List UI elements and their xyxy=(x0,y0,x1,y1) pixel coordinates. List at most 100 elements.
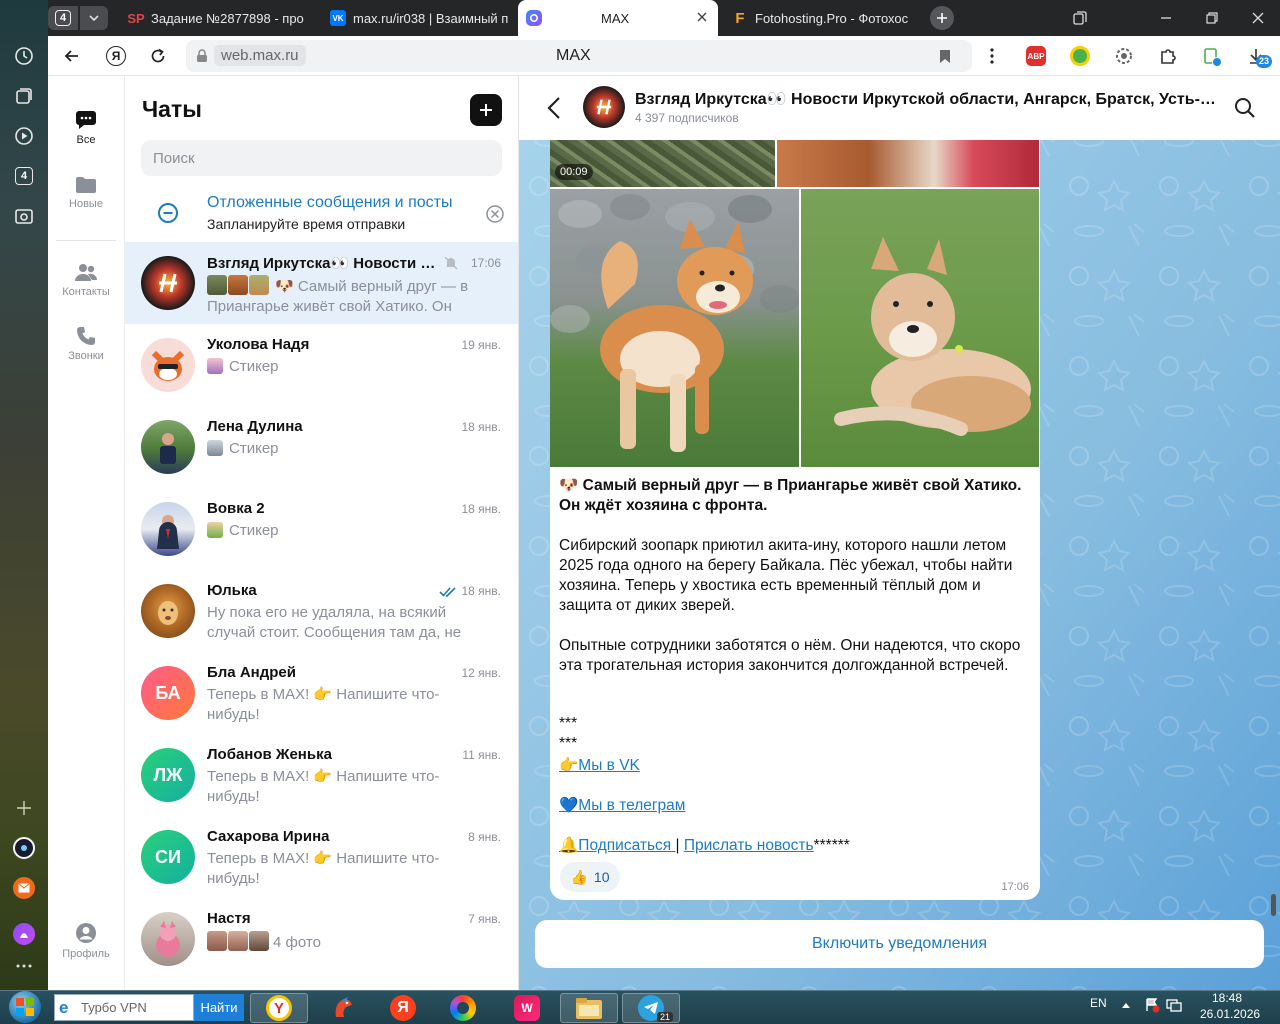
extensions-puzzle-icon[interactable] xyxy=(1156,44,1180,68)
new-chat-button[interactable] xyxy=(470,94,502,126)
wildberries-icon: W xyxy=(514,995,540,1021)
ie-e-icon: e xyxy=(59,998,69,1017)
chat-name: Бла Андрей xyxy=(207,664,296,681)
bookmark-icon[interactable] xyxy=(939,49,951,64)
tab-count-rail-icon[interactable]: 4 xyxy=(12,164,36,188)
close-tab-icon[interactable] xyxy=(696,11,708,23)
tab-vk[interactable]: VK max.ru/ir038 | Взаимный п xyxy=(322,4,512,32)
tab-max[interactable]: MAX xyxy=(518,0,718,36)
taskbar-parrot-app[interactable] xyxy=(314,993,372,1023)
nav-profile[interactable]: Профиль xyxy=(48,922,124,960)
channel-avatar[interactable] xyxy=(583,86,625,128)
nav-all[interactable]: Все xyxy=(48,110,124,146)
nav-calls[interactable]: Звонки xyxy=(48,326,124,362)
chat-preview: Стикер xyxy=(207,439,485,459)
chat-item-dulina[interactable]: Лена Дулина 18 янв. Стикер xyxy=(125,406,518,488)
post-photo-thumbnail[interactable] xyxy=(777,140,1039,187)
search-icon[interactable] xyxy=(1234,97,1256,119)
extension-gear-icon[interactable] xyxy=(1112,44,1136,68)
dismiss-close-icon[interactable] xyxy=(485,204,505,224)
tray-flag-icon[interactable] xyxy=(1144,997,1160,1013)
menu-dots-icon[interactable] xyxy=(980,44,1004,68)
add-panel-plus-icon[interactable] xyxy=(12,796,36,820)
address-page-title: MAX xyxy=(556,47,591,64)
address-bar[interactable]: web.max.ru MAX xyxy=(186,40,972,72)
tab-list-chevron-icon[interactable] xyxy=(80,6,108,30)
reaction-thumbs-up[interactable]: 👍 10 xyxy=(560,862,620,892)
taskbar-search-button[interactable]: Найти xyxy=(194,994,244,1021)
close-window-icon[interactable] xyxy=(1246,6,1270,30)
link-telegram[interactable]: 💙Мы в телеграм xyxy=(559,797,685,814)
alice-circle-icon[interactable] xyxy=(12,836,36,860)
video-play-icon[interactable] xyxy=(12,124,36,148)
start-button[interactable] xyxy=(4,991,46,1023)
adblock-icon[interactable]: ABP xyxy=(1024,44,1048,68)
chat-search-input[interactable] xyxy=(141,140,502,176)
chat-item-yulka[interactable]: Юлька 18 янв. Ну пока его не удаляла, на… xyxy=(125,570,518,652)
taskbar-file-explorer[interactable] xyxy=(560,993,618,1023)
chat-preview: Теперь в MAX! 👉 Напишите что-нибудь! xyxy=(207,686,440,723)
alice-assistant-icon[interactable] xyxy=(12,922,36,946)
language-indicator[interactable]: EN xyxy=(1090,996,1107,1010)
chat-name: Вовка 2 xyxy=(207,500,265,517)
tray-network-icon[interactable] xyxy=(1166,997,1182,1013)
chats-title: Чаты xyxy=(142,96,202,122)
enable-notifications-button[interactable]: Включить уведомления xyxy=(535,920,1264,968)
tab-fotohosting[interactable]: F Fotohosting.Pro - Фотохос xyxy=(724,4,914,32)
taskbar-wildberries[interactable]: W xyxy=(498,993,556,1023)
chat-time: 18 янв. xyxy=(461,502,501,516)
chat-item-saharova[interactable]: СИ Сахарова Ирина 8 янв. Теперь в MAX! 👉… xyxy=(125,816,518,898)
chat-item-ukolova[interactable]: Уколова Надя 19 янв. Стикер xyxy=(125,324,518,406)
yandex-home-icon[interactable]: Я xyxy=(104,44,128,68)
minimize-icon[interactable] xyxy=(1154,6,1178,30)
tab-counter-button[interactable]: 4 xyxy=(48,6,78,30)
post-photo-dog-standing[interactable] xyxy=(550,189,799,467)
post-separator-2: *** xyxy=(559,735,578,752)
max-favicon-icon xyxy=(526,10,542,26)
post-photo-dog-lying[interactable] xyxy=(801,189,1039,467)
scrollbar-thumb[interactable] xyxy=(1271,894,1276,916)
mail-icon[interactable] xyxy=(12,876,36,900)
tray-up-arrow-icon[interactable] xyxy=(1121,1001,1131,1009)
chat-preview: Теперь в MAX! 👉 Напишите что-нибудь! xyxy=(207,768,440,805)
tab-task[interactable]: SP Задание №2877898 - про xyxy=(120,4,310,32)
tray-clock-time[interactable]: 18:48 xyxy=(1212,991,1242,1005)
restore-icon[interactable] xyxy=(1200,6,1224,30)
chat-item-bla-andrey[interactable]: БА Бла Андрей 12 янв. Теперь в MAX! 👉 На… xyxy=(125,652,518,734)
back-icon[interactable] xyxy=(60,44,84,68)
collections-icon[interactable] xyxy=(1068,6,1092,30)
taskbar-color-app[interactable] xyxy=(434,993,492,1023)
link-subscribe[interactable]: 🔔Подписаться xyxy=(559,837,675,854)
deferred-messages-banner[interactable]: Отложенные сообщения и посты Запланируйт… xyxy=(125,188,519,242)
taskbar-yandex-browser[interactable]: Y xyxy=(250,993,308,1023)
new-tab-plus-icon[interactable] xyxy=(930,6,954,30)
downloads-icon[interactable]: 23 xyxy=(1244,44,1273,68)
chat-item-vovka[interactable]: Вовка 2 18 янв. Стикер xyxy=(125,488,518,570)
link-vk[interactable]: 👉Мы в VK xyxy=(559,757,640,774)
download-manager-icon[interactable] xyxy=(1200,44,1224,68)
reload-icon[interactable] xyxy=(146,44,170,68)
post-video-thumbnail[interactable]: 00:09 xyxy=(550,140,775,187)
taskbar-yandex[interactable]: Я xyxy=(374,993,432,1023)
read-checkmarks-icon xyxy=(439,586,457,598)
taskbar-search-box[interactable]: e Турбо VPN xyxy=(54,994,194,1021)
more-dots-icon[interactable] xyxy=(12,954,36,978)
extension-green-icon[interactable] xyxy=(1068,44,1092,68)
avatar: ЛЖ xyxy=(141,748,195,802)
nav-contacts[interactable]: Контакты xyxy=(48,262,124,298)
chat-item-nastya[interactable]: Настя 7 янв. 4 фото xyxy=(125,898,518,980)
history-icon[interactable] xyxy=(12,44,36,68)
link-send-news[interactable]: Прислать новость xyxy=(684,837,814,854)
screenshot-icon[interactable] xyxy=(12,204,36,228)
chat-item-lobanov[interactable]: ЛЖ Лобанов Женька 11 янв. Теперь в MAX! … xyxy=(125,734,518,816)
tabs-panel-icon[interactable] xyxy=(12,84,36,108)
nav-new[interactable]: Новые xyxy=(48,176,124,210)
back-chevron-icon[interactable] xyxy=(547,96,561,120)
tray-clock-date[interactable]: 26.01.2026 xyxy=(1200,1007,1260,1021)
chat-item-vzglyad[interactable]: Взгляд Иркутска👀 Новости Иркутской облас… xyxy=(125,242,518,324)
chat-name: Юлька xyxy=(207,582,257,599)
lock-icon xyxy=(196,49,208,63)
channel-title[interactable]: Взгляд Иркутска👀 Новости Иркутской облас… xyxy=(635,89,1219,109)
chat-time: 18 янв. xyxy=(461,420,501,434)
taskbar-telegram[interactable]: 21 xyxy=(622,993,680,1023)
